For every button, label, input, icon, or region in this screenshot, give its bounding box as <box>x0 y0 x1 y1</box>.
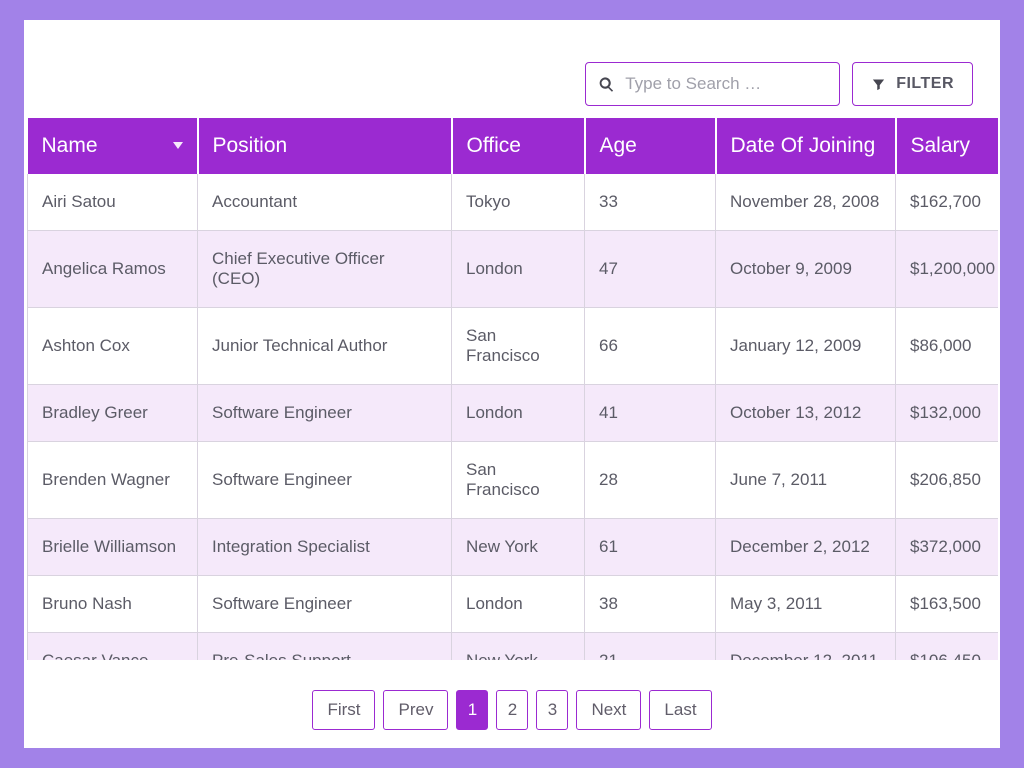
cell-age: 66 <box>585 308 716 385</box>
col-header-salary[interactable]: Salary <box>896 118 999 174</box>
search-icon <box>598 76 615 93</box>
cell-doj: November 28, 2008 <box>716 174 896 231</box>
cell-office: London <box>452 231 585 308</box>
page-1[interactable]: 1 <box>456 690 488 730</box>
cell-doj: October 13, 2012 <box>716 385 896 442</box>
cell-position: Integration Specialist <box>198 519 452 576</box>
cell-office: London <box>452 576 585 633</box>
data-table-card: FILTER Name Position Office Age <box>24 20 1000 748</box>
cell-salary: $163,500 <box>896 576 999 633</box>
page-next[interactable]: Next <box>576 690 641 730</box>
cell-name: Angelica Ramos <box>28 231 198 308</box>
col-header-name[interactable]: Name <box>28 118 198 174</box>
table-row: Bruno NashSoftware EngineerLondon38May 3… <box>28 576 999 633</box>
cell-name: Caesar Vance <box>28 633 198 661</box>
cell-office: San Francisco <box>452 308 585 385</box>
cell-age: 41 <box>585 385 716 442</box>
page-prev[interactable]: Prev <box>383 690 448 730</box>
cell-age: 28 <box>585 442 716 519</box>
col-label: Name <box>42 134 98 157</box>
page-first[interactable]: First <box>312 690 375 730</box>
filter-button[interactable]: FILTER <box>852 62 973 106</box>
cell-age: 38 <box>585 576 716 633</box>
page-3[interactable]: 3 <box>536 690 568 730</box>
cell-name: Brenden Wagner <box>28 442 198 519</box>
table-row: Airi SatouAccountantTokyo33November 28, … <box>28 174 999 231</box>
cell-age: 47 <box>585 231 716 308</box>
cell-salary: $372,000 <box>896 519 999 576</box>
funnel-icon <box>871 77 886 92</box>
cell-salary: $106,450 <box>896 633 999 661</box>
table-row: Ashton CoxJunior Technical AuthorSan Fra… <box>28 308 999 385</box>
filter-label: FILTER <box>896 75 954 93</box>
cell-salary: $132,000 <box>896 385 999 442</box>
table-row: Brenden WagnerSoftware EngineerSan Franc… <box>28 442 999 519</box>
cell-doj: December 2, 2012 <box>716 519 896 576</box>
col-header-doj[interactable]: Date Of Joining <box>716 118 896 174</box>
cell-name: Bruno Nash <box>28 576 198 633</box>
search-box[interactable] <box>585 62 840 106</box>
cell-salary: $86,000 <box>896 308 999 385</box>
cell-position: Software Engineer <box>198 385 452 442</box>
col-label: Office <box>467 134 521 157</box>
search-input[interactable] <box>625 74 827 94</box>
cell-doj: January 12, 2009 <box>716 308 896 385</box>
page-last[interactable]: Last <box>649 690 711 730</box>
cell-salary: $1,200,000 <box>896 231 999 308</box>
cell-position: Pre-Sales Support <box>198 633 452 661</box>
cell-position: Accountant <box>198 174 452 231</box>
table-row: Angelica RamosChief Executive Officer (C… <box>28 231 999 308</box>
cell-doj: May 3, 2011 <box>716 576 896 633</box>
col-header-position[interactable]: Position <box>198 118 452 174</box>
cell-position: Junior Technical Author <box>198 308 452 385</box>
table-row: Bradley GreerSoftware EngineerLondon41Oc… <box>28 385 999 442</box>
col-label: Position <box>213 134 288 157</box>
col-header-age[interactable]: Age <box>585 118 716 174</box>
cell-office: New York <box>452 519 585 576</box>
pagination: First Prev 1 2 3 Next Last <box>24 690 1000 730</box>
cell-name: Airi Satou <box>28 174 198 231</box>
cell-doj: December 12, 2011 <box>716 633 896 661</box>
cell-position: Software Engineer <box>198 576 452 633</box>
col-label: Date Of Joining <box>731 134 876 157</box>
table-body: Airi SatouAccountantTokyo33November 28, … <box>28 174 999 660</box>
col-label: Salary <box>911 134 971 157</box>
table-row: Caesar VancePre-Sales SupportNew York21D… <box>28 633 999 661</box>
cell-salary: $206,850 <box>896 442 999 519</box>
table-head: Name Position Office Age Date Of Joining… <box>28 118 999 174</box>
col-label: Age <box>600 134 637 157</box>
cell-name: Bradley Greer <box>28 385 198 442</box>
cell-name: Brielle Williamson <box>28 519 198 576</box>
table-row: Brielle WilliamsonIntegration Specialist… <box>28 519 999 576</box>
data-table: Name Position Office Age Date Of Joining… <box>27 118 998 660</box>
cell-office: New York <box>452 633 585 661</box>
cell-salary: $162,700 <box>896 174 999 231</box>
cell-office: Tokyo <box>452 174 585 231</box>
cell-doj: June 7, 2011 <box>716 442 896 519</box>
cell-position: Software Engineer <box>198 442 452 519</box>
table-scroll[interactable]: Name Position Office Age Date Of Joining… <box>27 118 998 660</box>
page-2[interactable]: 2 <box>496 690 528 730</box>
cell-name: Ashton Cox <box>28 308 198 385</box>
cell-age: 33 <box>585 174 716 231</box>
col-header-office[interactable]: Office <box>452 118 585 174</box>
cell-position: Chief Executive Officer (CEO) <box>198 231 452 308</box>
caret-down-icon <box>173 142 183 150</box>
cell-office: London <box>452 385 585 442</box>
cell-doj: October 9, 2009 <box>716 231 896 308</box>
cell-age: 21 <box>585 633 716 661</box>
toolbar: FILTER <box>585 62 973 106</box>
cell-office: San Francisco <box>452 442 585 519</box>
cell-age: 61 <box>585 519 716 576</box>
